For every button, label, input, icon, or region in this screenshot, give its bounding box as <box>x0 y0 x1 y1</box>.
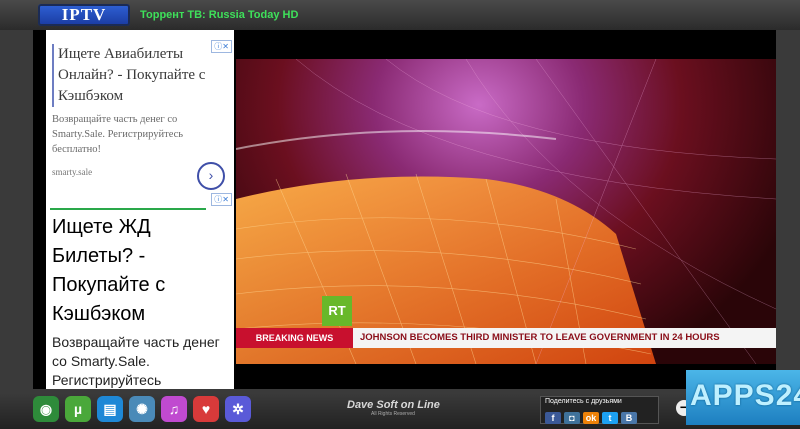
channel-title: Торрент ТВ: Russia Today HD <box>140 9 299 21</box>
facebook-icon[interactable]: f <box>545 412 561 424</box>
settings-icon[interactable]: ✲ <box>225 396 251 422</box>
iptv-logo: IPTV <box>38 4 130 26</box>
ad-flights[interactable]: ⓘ✕ Ищете Авиабилеты Онлайн? - Покупайте … <box>46 30 234 193</box>
title-bar: IPTV Торрент ТВ: Russia Today HD <box>0 0 800 30</box>
ad-trains[interactable]: ⓘ✕ Ищете ЖД Билеты? - Покупайте с Кэшбэк… <box>46 193 234 389</box>
music-icon[interactable]: ♫ <box>161 396 187 422</box>
logo-text: IPTV <box>61 5 107 24</box>
ad-divider <box>50 208 206 210</box>
favorite-add-icon[interactable]: ♥ <box>193 396 219 422</box>
brand-text: Dave Soft on Line <box>347 399 440 411</box>
instagram-icon[interactable]: ◘ <box>564 412 580 424</box>
ad-choices-icon[interactable]: ⓘ✕ <box>211 193 232 206</box>
ticker-headline: JOHNSON BECOMES THIRD MINISTER TO LEAVE … <box>360 332 720 343</box>
ad-headline[interactable]: Ищете Авиабилеты Онлайн? - Покупайте с К… <box>52 44 213 107</box>
radio-icon[interactable]: ▤ <box>97 396 123 422</box>
ad-source: smarty.sale <box>52 167 93 177</box>
share-label: Поделитесь с друзьями <box>545 398 622 405</box>
share-panel: Поделитесь с друзьями f ◘ ok t B <box>540 396 659 424</box>
player-frame: ⓘ✕ Ищете Авиабилеты Онлайн? - Покупайте … <box>33 30 776 389</box>
odnoklassniki-icon[interactable]: ok <box>583 412 599 424</box>
ad-headline[interactable]: Ищете ЖД Билеты? - Покупайте с Кэшбэком <box>52 213 230 329</box>
ad-body: Возвращайте часть денег со Smarty.Sale. … <box>52 334 220 388</box>
vk-icon[interactable]: B <box>621 412 637 424</box>
apps24-watermark: APPS24 <box>686 370 800 425</box>
watermark-text: APPS24 <box>690 379 800 412</box>
rss-icon[interactable]: ◉ <box>33 396 59 422</box>
ad-arrow-button[interactable]: › <box>197 162 225 190</box>
torrent-icon[interactable]: µ <box>65 396 91 422</box>
broadcast-graphic <box>236 59 776 364</box>
film-icon[interactable]: ✺ <box>129 396 155 422</box>
ad-choices-icon[interactable]: ⓘ✕ <box>211 40 232 53</box>
brand-small-text: All Rights Reserved <box>371 411 415 417</box>
channel-logo: RT <box>322 296 352 326</box>
brand-logo: Dave Soft on Line All Rights Reserved <box>347 399 440 417</box>
breaking-news-tag: BREAKING NEWS <box>236 328 353 348</box>
twitter-icon[interactable]: t <box>602 412 618 424</box>
bottom-toolbar: ◉ µ ▤ ✺ ♫ ♥ ✲ Dave Soft on Line All Rights Res… <box>0 392 800 429</box>
ad-column: ⓘ✕ Ищете Авиабилеты Онлайн? - Покупайте … <box>46 30 234 389</box>
video-player[interactable]: RT BREAKING NEWS JOHNSON BECOMES THIRD M… <box>236 59 776 364</box>
news-ticker: BREAKING NEWS JOHNSON BECOMES THIRD MINI… <box>236 328 776 348</box>
ad-body: Возвращайте часть денег со Smarty.Sale. … <box>52 114 184 155</box>
